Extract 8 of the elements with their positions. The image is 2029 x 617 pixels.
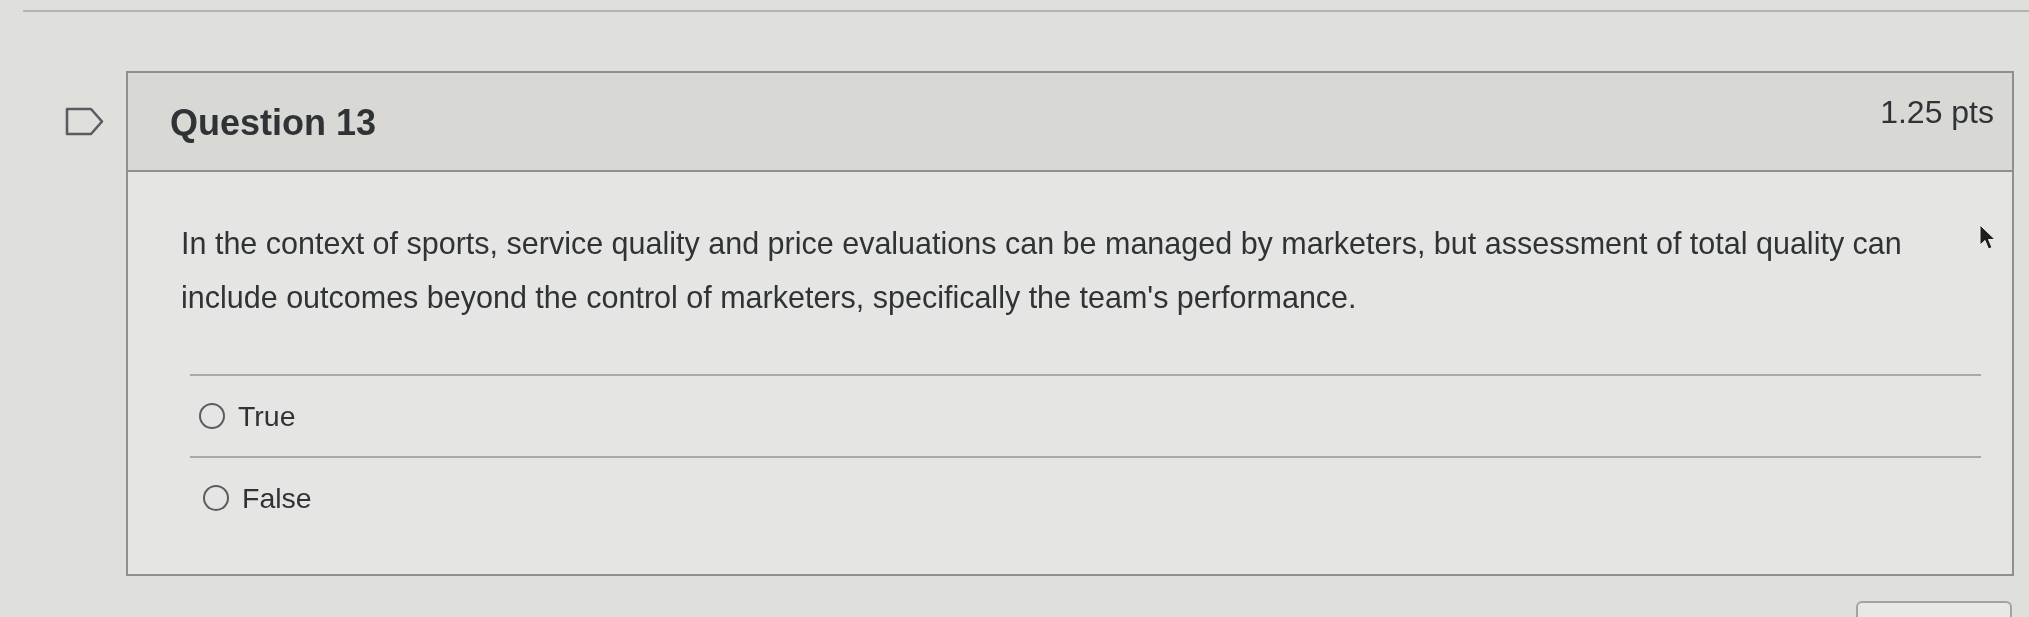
question-title: Question 13 [170,102,377,144]
flag-icon[interactable] [65,107,104,136]
radio-button[interactable] [199,403,225,429]
answer-label: True [238,399,296,433]
question-text: In the context of sports, service quality and price evaluations can be managed by marketers, but assessment of total quality can include outcomes beyond the control of marketers, specifically the team's performance. [181,225,1903,317]
radio-button[interactable] [203,485,229,511]
answer-label: False [242,481,312,515]
points-label: 1.25 pts [1880,93,1994,131]
